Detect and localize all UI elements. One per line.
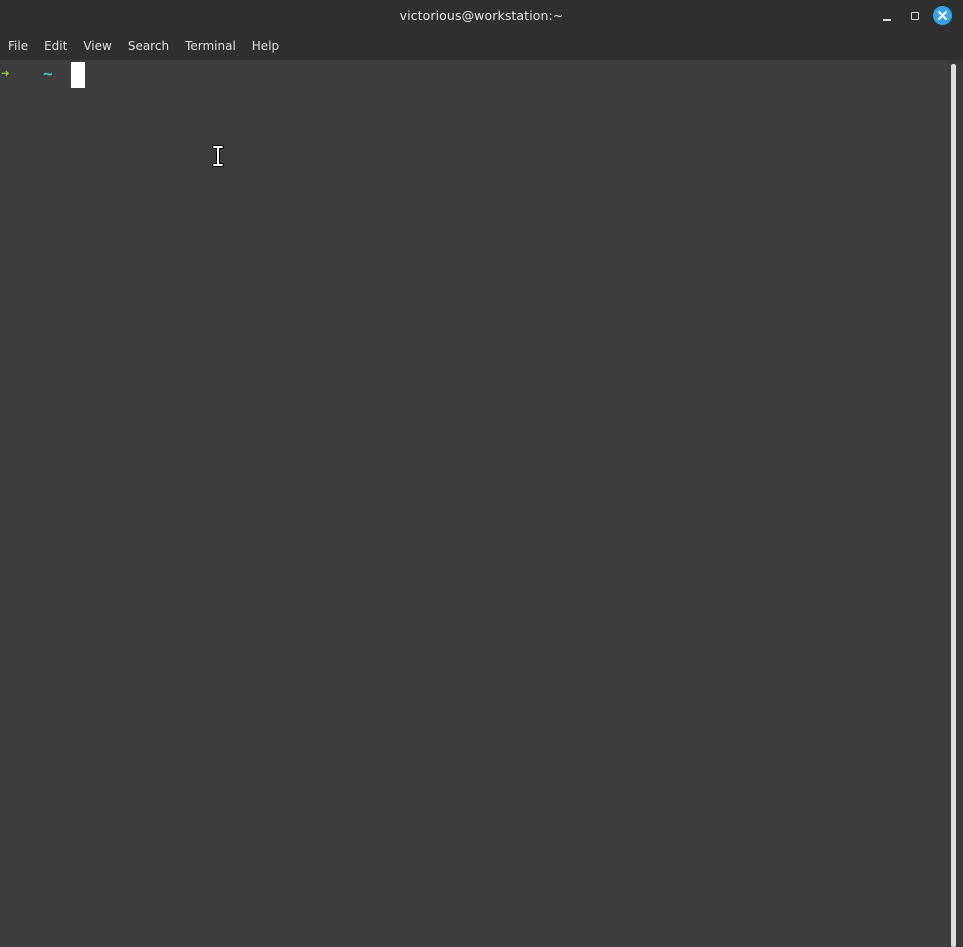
menu-bar: File Edit View Search Terminal Help	[0, 33, 963, 60]
prompt-arrow: ➜	[1, 66, 10, 82]
scrollbar-thumb[interactable]	[951, 64, 956, 947]
close-icon	[938, 11, 947, 20]
close-button[interactable]	[933, 6, 952, 25]
maximize-icon	[911, 12, 919, 20]
menu-help[interactable]: Help	[244, 33, 287, 60]
menu-search[interactable]: Search	[120, 33, 177, 60]
menu-edit[interactable]: Edit	[36, 33, 75, 60]
maximize-button[interactable]	[906, 7, 924, 25]
text-cursor	[71, 62, 85, 88]
ibeam-cursor-icon	[212, 145, 224, 167]
menu-terminal[interactable]: Terminal	[177, 33, 244, 60]
prompt-directory: ~	[43, 64, 53, 83]
minimize-button[interactable]	[878, 7, 896, 25]
menu-file[interactable]: File	[0, 33, 36, 60]
minimize-icon	[883, 19, 891, 21]
window-title: victorious@workstation:~	[399, 8, 564, 23]
terminal-area[interactable]	[0, 60, 948, 947]
vertical-scrollbar[interactable]	[948, 60, 963, 947]
terminal-window: victorious@workstation:~ File Edit View …	[0, 0, 963, 947]
menu-view[interactable]: View	[75, 33, 119, 60]
title-bar[interactable]: victorious@workstation:~	[0, 0, 963, 33]
